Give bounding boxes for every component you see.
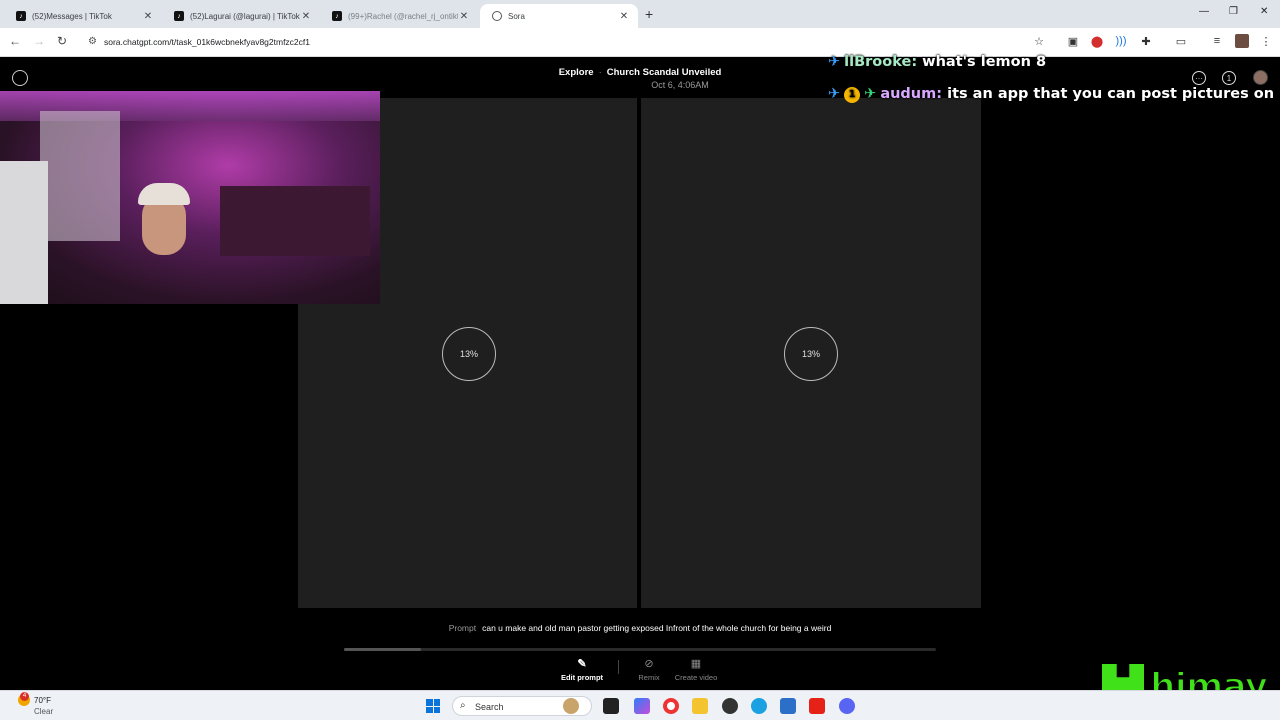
copilot-icon[interactable] xyxy=(634,698,650,714)
generation-progress-bar xyxy=(344,648,936,651)
puzzle-extensions-icon[interactable]: ✚ xyxy=(1139,34,1153,48)
webcam-wall xyxy=(0,161,48,304)
restore-icon[interactable]: ❐ xyxy=(1229,6,1238,17)
progress-label: 13% xyxy=(801,349,820,359)
tab-title: Sora xyxy=(508,11,525,21)
back-icon[interactable]: ← xyxy=(9,34,21,48)
tab-title: (52)Messages | TikTok xyxy=(32,11,112,21)
search-icon: ⌕ xyxy=(460,700,466,711)
generation-progress-ring: 13% xyxy=(784,327,838,381)
window-close-icon[interactable]: ✕ xyxy=(1260,6,1268,17)
task-view-icon[interactable] xyxy=(603,698,619,714)
tab-title: (99+)Rachel (@rachel_rj_ontiktok xyxy=(348,11,458,21)
weather-badge: 4 xyxy=(20,692,29,701)
media-controls-icon[interactable]: ≡ xyxy=(1210,34,1224,48)
remix-label: Remix xyxy=(638,673,660,682)
generation-progress-ring: 13% xyxy=(442,327,496,381)
tab-title: (52)Lagurai (@lagurai) | TikTok xyxy=(190,11,300,21)
weather-condition: Clear xyxy=(34,707,54,716)
rank-badge-icon: 1 xyxy=(844,87,861,103)
generation-progress-fill xyxy=(344,648,421,651)
site-info-icon[interactable]: ⚙ xyxy=(88,36,97,47)
new-tab-button[interactable]: + xyxy=(645,6,653,22)
edit-prompt-button[interactable]: ✎ Edit prompt xyxy=(547,657,617,682)
close-icon[interactable]: ✕ xyxy=(618,11,630,22)
weather-widget[interactable]: 4 70°F Clear xyxy=(18,692,53,716)
webcam-shelf xyxy=(220,186,370,256)
pencil-icon: ✎ xyxy=(577,658,587,670)
task-date-text: Oct 6, 4:06AM xyxy=(651,80,709,90)
create-video-label: Create video xyxy=(674,673,718,682)
tab-tiktok-lagurai[interactable]: ♪ (52)Lagurai (@lagurai) | TikTok ✕ xyxy=(162,4,320,28)
page-title: Church Scandal Unveiled xyxy=(606,67,722,78)
tiktok-icon: ♪ xyxy=(16,11,26,21)
chat-message: ✈ 1 ✈ audum: its an app that you can post p… xyxy=(828,86,1275,103)
webcam-person-cap xyxy=(138,183,190,205)
tab-tiktok-rachel[interactable]: ♪ (99+)Rachel (@rachel_rj_ontiktok ✕ xyxy=(320,4,478,28)
discord-icon[interactable] xyxy=(839,698,855,714)
sword-badge-icon: ✈ xyxy=(828,54,841,70)
tab-search-icon[interactable]: ▭ xyxy=(1174,34,1188,48)
taskbar: 4 70°F Clear ⌕ Search xyxy=(0,690,1280,720)
temperature: 70°F xyxy=(34,696,51,705)
webcam-curtain xyxy=(40,111,120,241)
browser-menu-icon[interactable]: ⋮ xyxy=(1259,34,1273,48)
reload-icon[interactable]: ↻ xyxy=(57,34,67,48)
tiktok-icon: ♪ xyxy=(174,11,184,21)
file-explorer-icon[interactable] xyxy=(692,698,708,714)
search-label: Search xyxy=(475,702,504,712)
url-field[interactable]: ⚙ sora.chatgpt.com/t/task_01k6wcbnekfyav… xyxy=(80,32,1050,53)
start-button[interactable] xyxy=(426,699,440,713)
audio-extension-icon[interactable]: ))) xyxy=(1114,34,1128,48)
prompt-text: can u make and old man pastor getting ex… xyxy=(482,623,832,633)
progress-label: 13% xyxy=(459,349,478,359)
video-panel-2[interactable]: 13% xyxy=(641,98,981,608)
chat-username: llBrooke xyxy=(844,54,912,70)
bookmark-star-icon[interactable]: ☆ xyxy=(1034,35,1044,48)
chrome-icon[interactable] xyxy=(663,698,679,714)
prompt-label: Prompt xyxy=(448,623,477,633)
edit-prompt-label: Edit prompt xyxy=(560,673,604,682)
adblock-extension-icon[interactable]: ⬤ xyxy=(1090,34,1104,48)
close-icon[interactable]: ✕ xyxy=(142,11,154,22)
tab-sora[interactable]: Sora ✕ xyxy=(480,4,638,28)
chat-username: audum xyxy=(880,86,937,102)
calendar-icon: ▦ xyxy=(690,658,702,670)
minimize-icon[interactable]: — xyxy=(1199,6,1209,17)
edge-icon[interactable] xyxy=(751,698,767,714)
store-icon[interactable] xyxy=(780,698,796,714)
close-icon[interactable]: ✕ xyxy=(300,11,312,22)
sora-icon xyxy=(492,11,502,21)
sword-badge-icon: ✈ xyxy=(828,86,841,102)
url-text: sora.chatgpt.com/t/task_01k6wcbnekfyav8g… xyxy=(104,37,310,47)
extension-icon[interactable]: ▣ xyxy=(1066,34,1080,48)
sword-badge-icon: ✈ xyxy=(864,86,877,102)
webcam-overlay xyxy=(0,91,380,304)
chat-text: what's lemon 8 xyxy=(922,54,1047,70)
tiktok-icon: ♪ xyxy=(332,11,342,21)
prompt-row: Prompt can u make and old man pastor gett… xyxy=(0,623,1280,633)
widget-app-icon[interactable] xyxy=(563,698,579,714)
chat-message: ✈ llBrooke: what's lemon 8 xyxy=(828,54,1047,70)
tab-tiktok-messages[interactable]: ♪ (52)Messages | TikTok ✕ xyxy=(4,4,162,28)
breadcrumb-explore[interactable]: Explore xyxy=(559,67,594,78)
chat-text: its an app that you can post pictures on xyxy=(947,86,1275,102)
app-icon[interactable] xyxy=(722,698,738,714)
forward-icon[interactable]: → xyxy=(33,34,45,48)
tab-strip: ♪ (52)Messages | TikTok ✕ ♪ (52)Lagurai … xyxy=(0,0,1280,28)
profile-icon[interactable] xyxy=(1235,34,1249,48)
create-video-button[interactable]: ▦ Create video xyxy=(661,657,731,682)
close-icon[interactable]: ✕ xyxy=(458,11,470,22)
stream-chat-overlay: ✈ llBrooke: what's lemon 8 ✈ 1 ✈ audum: its … xyxy=(828,53,1274,117)
youtube-icon[interactable] xyxy=(809,698,825,714)
